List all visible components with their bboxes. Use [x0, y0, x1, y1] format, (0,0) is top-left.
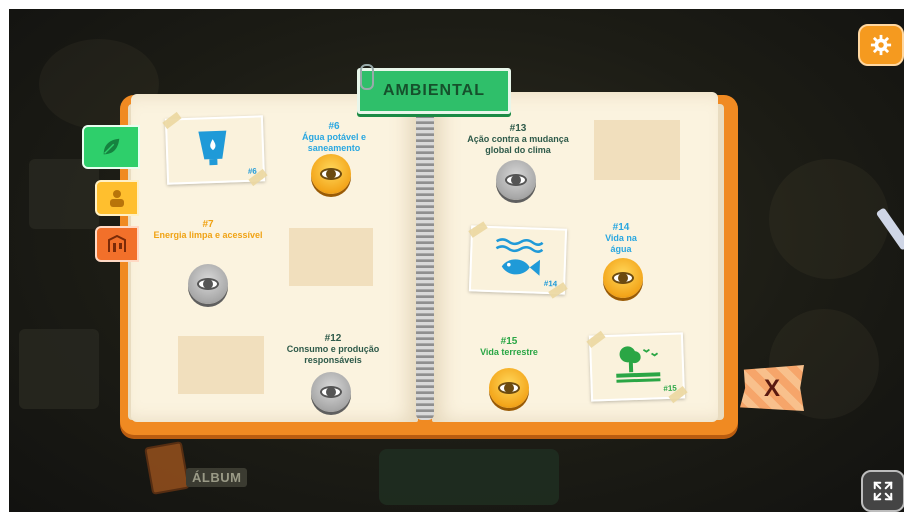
goal-card-6[interactable]: #6 [162, 111, 268, 187]
goal-number: #14 [612, 222, 630, 233]
goal-name: Vida na água [605, 233, 637, 254]
goal-name: Vida terrestre [480, 347, 538, 357]
goal-name: Ação contra a mudança global do clima [467, 134, 569, 155]
album-label: ÁLBUM [186, 468, 248, 487]
book-icon [144, 441, 190, 495]
category-banner: AMBIENTAL [357, 68, 511, 114]
book-spiral [416, 110, 434, 420]
goal-name: Consumo e produção responsáveis [286, 344, 380, 365]
goal-label-7: #7 Energia limpa e acessível [148, 219, 268, 241]
goal-number: #12 [324, 333, 342, 344]
goal-label-13: #13 Ação contra a mudança global do clim… [463, 123, 573, 156]
card-number: #15 [663, 383, 677, 394]
goal-name: Energia limpa e acessível [153, 230, 263, 240]
view-goal-12-button[interactable] [311, 372, 351, 412]
bg-panel [29, 159, 99, 229]
view-goal-13-button[interactable] [496, 160, 536, 200]
card-number: #6 [247, 166, 257, 176]
eye-pupil [326, 169, 336, 179]
view-goal-14-button[interactable] [603, 258, 643, 298]
bg-panel [19, 329, 99, 409]
expand-icon [873, 481, 893, 501]
paperclip-icon [360, 64, 374, 90]
goal-number: #7 [202, 219, 214, 230]
goal-label-14: #14 Vida na água [596, 222, 646, 255]
settings-button[interactable] [858, 24, 904, 66]
view-goal-6-button[interactable] [311, 154, 351, 194]
eye-pupil [326, 387, 336, 397]
view-goal-15-button[interactable] [489, 368, 529, 408]
eye-pupil [203, 279, 213, 289]
building-icon [108, 235, 126, 252]
water-tap-icon [198, 130, 227, 166]
goal-number: #15 [500, 336, 518, 347]
card-number: #14 [543, 278, 558, 289]
goal-card-15[interactable]: #15 [586, 330, 688, 404]
goal-card-14[interactable]: #14 [468, 221, 568, 299]
goal-label-12: #12 Consumo e produção responsáveis [283, 333, 383, 366]
leaf-icon [103, 138, 120, 155]
album-button[interactable]: ÁLBUM [140, 440, 260, 495]
tab-social[interactable] [95, 180, 139, 216]
tree-icon [616, 346, 661, 383]
goal-name: Água potável e saneamento [301, 132, 366, 153]
fullscreen-button[interactable] [861, 470, 904, 512]
bottom-panel [379, 449, 559, 505]
empty-card-slot [289, 228, 373, 286]
category-title: AMBIENTAL [382, 82, 486, 99]
goal-number: #6 [328, 121, 340, 132]
close-button[interactable]: X [740, 365, 804, 411]
gear-icon [870, 34, 892, 56]
goal-label-15: #15 Vida terrestre [474, 336, 544, 358]
tab-economy[interactable] [95, 226, 139, 262]
person-icon [110, 190, 124, 207]
empty-card-slot [594, 120, 680, 180]
goal-label-6: #6 Água potável e saneamento [294, 121, 374, 154]
view-goal-7-button[interactable] [188, 264, 228, 304]
empty-card-slot [178, 336, 264, 394]
goal-number: #13 [509, 123, 527, 134]
close-icon: X [763, 375, 780, 402]
eye-pupil [618, 273, 628, 283]
fish-waves-icon [495, 238, 544, 276]
tab-environment[interactable] [82, 125, 140, 169]
eye-pupil [504, 383, 514, 393]
eye-pupil [511, 175, 521, 185]
bg-decoration [769, 159, 889, 279]
